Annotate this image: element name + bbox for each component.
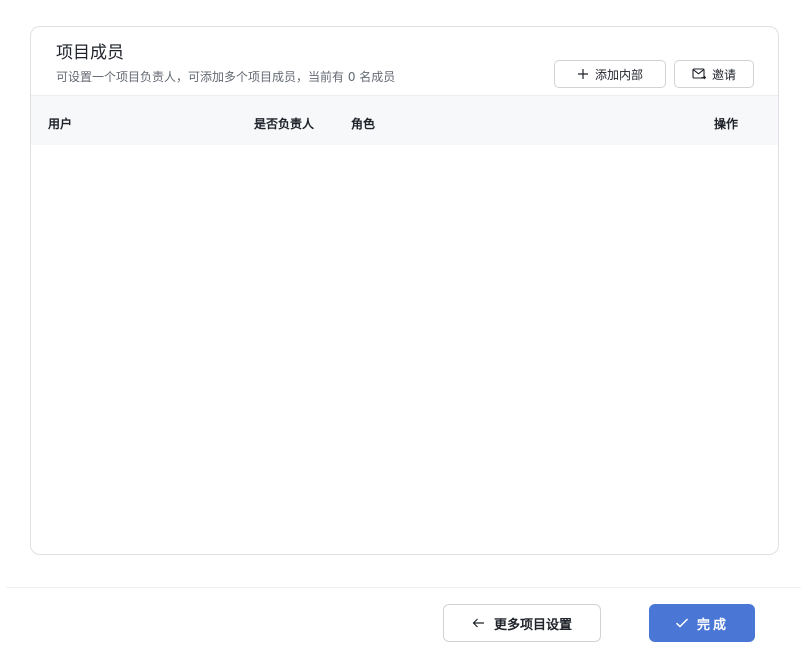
done-label: 完成 [696,617,729,633]
column-role[interactable]: 角色 [351,115,375,132]
more-settings-label: 更多项目设置 [493,617,572,633]
members-table-header: 用户 是否负责人 角色 操作 [31,95,778,145]
mail-icon [692,68,706,80]
project-members-card: 项目成员 可设置一个项目负责人，可添加多个项目成员，当前有 0 名成员 添加内部… [30,26,779,555]
column-actions[interactable]: 操作 [714,115,738,132]
invite-label: 邀请 [711,67,736,82]
column-user[interactable]: 用户 [48,115,72,132]
invite-button[interactable]: 邀请 [674,60,754,88]
plus-icon [577,68,589,80]
add-internal-button[interactable]: 添加内部 [554,60,666,88]
check-icon [675,617,689,629]
column-is-owner[interactable]: 是否负责人 [254,115,314,132]
card-subtitle: 可设置一个项目负责人，可添加多个项目成员，当前有 0 名成员 [56,70,396,84]
done-button[interactable]: 完成 [649,604,755,642]
more-settings-button[interactable]: 更多项目设置 [443,604,601,642]
footer-divider [6,587,801,588]
card-title: 项目成员 [56,43,124,63]
add-internal-label: 添加内部 [594,67,643,82]
arrow-left-icon [472,617,485,629]
